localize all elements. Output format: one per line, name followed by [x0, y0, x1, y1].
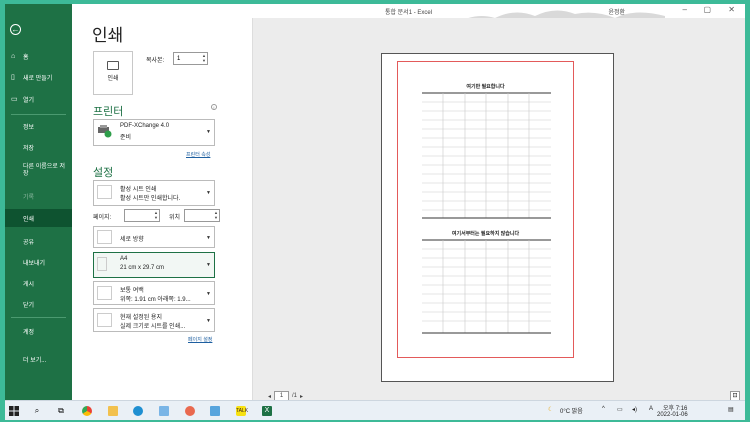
spinner-icon[interactable]: ▲ ▼: [154, 210, 158, 220]
maximize-icon[interactable]: ▢: [703, 5, 711, 14]
back-arrow-icon[interactable]: ←: [10, 24, 21, 35]
to-label: 위치: [169, 215, 181, 221]
search-icon[interactable]: ⌕: [32, 406, 42, 416]
sidebar-divider: [11, 317, 66, 318]
prev-page-icon[interactable]: ◂: [268, 393, 271, 400]
clock-time[interactable]: 오후 7:16: [663, 403, 687, 412]
printer-ready-icon: [98, 125, 112, 138]
excel-icon[interactable]: X: [262, 406, 272, 416]
sidebar-item-open[interactable]: ▭ 열기: [5, 93, 72, 105]
table-grid-bottom: [422, 239, 551, 334]
kakaotalk-icon[interactable]: TALK: [236, 406, 248, 416]
chrome-icon[interactable]: [82, 406, 92, 416]
pages-to-input[interactable]: ▲ ▼: [184, 209, 220, 222]
folder-open-icon: ▭: [11, 96, 18, 103]
margins-icon: [97, 286, 112, 300]
edge-icon[interactable]: [133, 406, 143, 416]
scaling-icon: [97, 313, 112, 327]
paper-icon: [97, 257, 107, 271]
sidebar-item-info[interactable]: 정보: [5, 120, 72, 132]
page-title: 인쇄: [92, 26, 124, 45]
close-icon[interactable]: ✕: [728, 5, 735, 14]
sidebar-item-export[interactable]: 내보내기: [5, 256, 72, 268]
copies-input[interactable]: 1 ▲ ▼: [173, 52, 208, 65]
chevron-down-icon: ▼: [206, 129, 211, 135]
weather-text[interactable]: 0°C 맑음: [560, 406, 583, 415]
chevron-down-icon: ▼: [206, 318, 211, 324]
page-navigator: ◂ 1 /1 ▸: [268, 391, 303, 400]
printer-dropdown[interactable]: PDF-XChange 4.0 준비 ▼: [93, 119, 215, 146]
print-scope-dropdown[interactable]: 활성 시트 인쇄 활성 시트만 인쇄합니다. ▼: [93, 180, 215, 206]
clock-date[interactable]: 2022-01-06: [657, 412, 688, 418]
copies-label: 복사본:: [146, 58, 165, 64]
sheet-icon: [97, 185, 112, 199]
sidebar-item-account[interactable]: 계정: [5, 325, 72, 337]
backstage-sidebar: ← ⌂ 홈 ▯ 새로 만들기 ▭ 열기 정보 저장 다른 이름으로 저장 기록 …: [5, 4, 72, 400]
next-page-icon[interactable]: ▸: [300, 393, 303, 400]
chevron-up-icon[interactable]: ^: [602, 406, 605, 412]
chevron-down-icon: ▼: [206, 235, 211, 241]
portrait-page-icon: [97, 230, 112, 244]
volume-icon[interactable]: ◂): [632, 406, 637, 413]
page-number-input[interactable]: 1: [274, 391, 290, 400]
page-total: /1: [292, 393, 298, 399]
table-grid-top: [422, 92, 551, 219]
printer-properties-link[interactable]: 프린터 속성: [186, 151, 210, 158]
sidebar-item-print[interactable]: 인쇄: [5, 209, 72, 227]
zoom-to-page-icon[interactable]: ⊡: [730, 391, 740, 400]
weather-icon[interactable]: ☾: [548, 406, 553, 413]
printer-icon: [107, 61, 119, 70]
printer-heading: 프린터: [93, 106, 124, 118]
chevron-down-icon: ▼: [206, 262, 211, 268]
new-document-icon: ▯: [11, 74, 15, 81]
sidebar-divider: [11, 114, 66, 115]
home-icon: ⌂: [11, 52, 16, 60]
excel-window: ← ⌂ 홈 ▯ 새로 만들기 ▭ 열기 정보 저장 다른 이름으로 저장 기록 …: [5, 4, 745, 400]
network-icon[interactable]: ▭: [617, 406, 623, 413]
print-area-outline: 여기만 필요합니다 여기서부터는 필요하지 않습니다: [397, 61, 574, 358]
print-preview-area: 여기만 필요합니다 여기서부터는 필요하지 않습니다 ◂ 1 /1 ▸ ⊡: [252, 18, 745, 400]
sidebar-item-home[interactable]: ⌂ 홈: [5, 50, 72, 62]
file-explorer-icon[interactable]: [108, 406, 118, 416]
print-button[interactable]: 인쇄: [93, 51, 133, 95]
preview-page: 여기만 필요합니다 여기서부터는 필요하지 않습니다: [381, 53, 614, 382]
app-icon[interactable]: [185, 406, 195, 416]
task-view-icon[interactable]: ⧉: [56, 406, 66, 416]
minimize-icon[interactable]: –: [683, 5, 687, 14]
chevron-down-icon: ▼: [206, 291, 211, 297]
spinner-icon[interactable]: ▲ ▼: [202, 53, 206, 63]
sidebar-item-history: 기록: [23, 194, 35, 201]
orientation-dropdown[interactable]: 세로 방향 ▼: [93, 226, 215, 248]
pages-label: 페이지:: [93, 215, 112, 221]
app-icon[interactable]: [159, 406, 169, 416]
sidebar-item-save[interactable]: 저장: [5, 141, 72, 153]
app-icon[interactable]: [210, 406, 220, 416]
sidebar-item-close[interactable]: 닫기: [5, 298, 72, 310]
sidebar-item-new[interactable]: ▯ 새로 만들기: [5, 71, 72, 83]
page-setup-link[interactable]: 페이지 설정: [188, 336, 212, 343]
print-settings-panel: 인쇄 인쇄 복사본: 1 ▲ ▼ 프린터 i PDF-XChange 4.0 준비…: [72, 4, 252, 400]
windows-taskbar: ⌕ ⧉ TALK X ☾ 0°C 맑음 ^ ▭ ◂) A 오후 7:16 202…: [5, 400, 745, 420]
spinner-icon[interactable]: ▲ ▼: [214, 210, 218, 220]
notification-icon[interactable]: ▤: [728, 406, 734, 413]
sidebar-item-save-as[interactable]: 다른 이름으로 저장: [5, 161, 71, 181]
sheet-title-not-required: 여기서부터는 필요하지 않습니다: [451, 231, 520, 237]
ime-icon[interactable]: A: [649, 406, 653, 412]
sidebar-item-publish[interactable]: 게시: [5, 277, 72, 289]
paper-size-dropdown[interactable]: A4 21 cm x 29.7 cm ▼: [93, 252, 215, 278]
info-icon[interactable]: i: [211, 104, 217, 110]
sidebar-item-share[interactable]: 공유: [5, 235, 72, 247]
chevron-down-icon: ▼: [206, 190, 211, 196]
pages-from-input[interactable]: ▲ ▼: [124, 209, 160, 222]
sheet-title-required: 여기만 필요합니다: [466, 84, 505, 90]
windows-start-icon[interactable]: [9, 406, 19, 416]
sidebar-item-more[interactable]: 더 보기...: [5, 353, 72, 365]
margins-dropdown[interactable]: 보통 여백 위쪽: 1.91 cm 아래쪽: 1.9... ▼: [93, 281, 215, 305]
scaling-dropdown[interactable]: 현재 설정된 용지 실제 크기로 시트를 인쇄... ▼: [93, 308, 215, 332]
settings-heading: 설정: [93, 167, 114, 179]
user-name[interactable]: 윤정환: [608, 7, 625, 16]
